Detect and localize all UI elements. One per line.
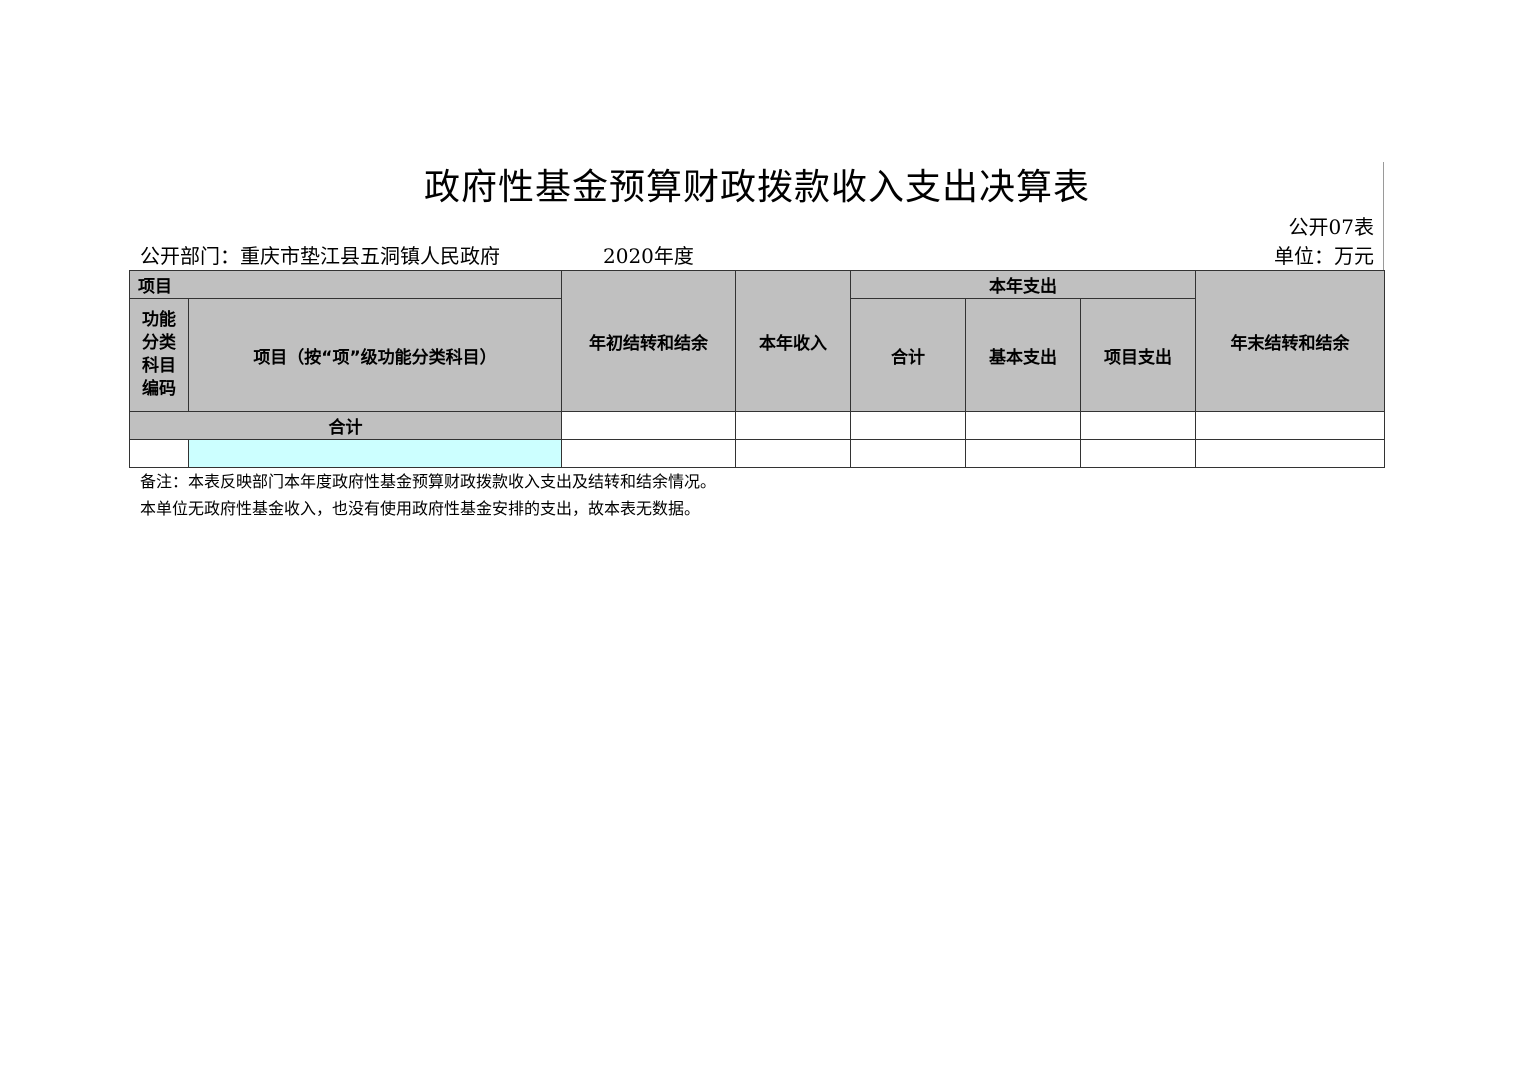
total-project-expense <box>1080 411 1196 440</box>
header-project-expense: 项目支出 <box>1080 298 1196 412</box>
row-basic <box>965 439 1081 468</box>
report-title: 政府性基金预算财政拨款收入支出决算表 <box>423 167 1090 208</box>
budget-table: 项目 年初结转和结余 本年收入 本年支出 年末结转和结余 功能 分类 科目 编码… <box>129 270 1385 468</box>
header-expense-group: 本年支出 <box>850 270 1196 299</box>
note-line-1: 备注：本表反映部门本年度政府性基金预算财政拨款收入支出及结转和结余情况。 <box>140 472 717 491</box>
fiscal-year: 2020年度 <box>603 244 694 268</box>
row-end-balance <box>1195 439 1385 468</box>
unit-label: 单位：万元 <box>1274 244 1374 268</box>
total-row: 合计 <box>129 411 1385 440</box>
total-begin-balance <box>561 411 736 440</box>
header-item: 项目（按“项”级功能分类科目） <box>188 298 562 412</box>
row-income <box>735 439 851 468</box>
header-basic: 基本支出 <box>965 298 1081 412</box>
note-line-2: 本单位无政府性基金收入，也没有使用政府性基金安排的支出，故本表无数据。 <box>140 499 701 518</box>
total-income <box>735 411 851 440</box>
total-end-balance <box>1195 411 1385 440</box>
header-project: 项目 <box>129 270 562 299</box>
row-code <box>129 439 189 468</box>
total-row-label: 合计 <box>129 411 562 440</box>
row-project-expense <box>1080 439 1196 468</box>
department-label: 公开部门：重庆市垫江县五洞镇人民政府 <box>140 244 500 268</box>
row-item <box>188 439 562 468</box>
header-code: 功能 分类 科目 编码 <box>129 298 189 412</box>
form-number: 公开07表 <box>1288 215 1374 239</box>
header-income: 本年收入 <box>735 270 851 412</box>
table-row <box>129 439 1385 468</box>
header-begin-balance: 年初结转和结余 <box>561 270 736 412</box>
row-expense <box>850 439 966 468</box>
header-end-balance: 年末结转和结余 <box>1195 270 1385 412</box>
row-begin-balance <box>561 439 736 468</box>
total-expense <box>850 411 966 440</box>
header-total: 合计 <box>850 298 966 412</box>
total-basic <box>965 411 1081 440</box>
